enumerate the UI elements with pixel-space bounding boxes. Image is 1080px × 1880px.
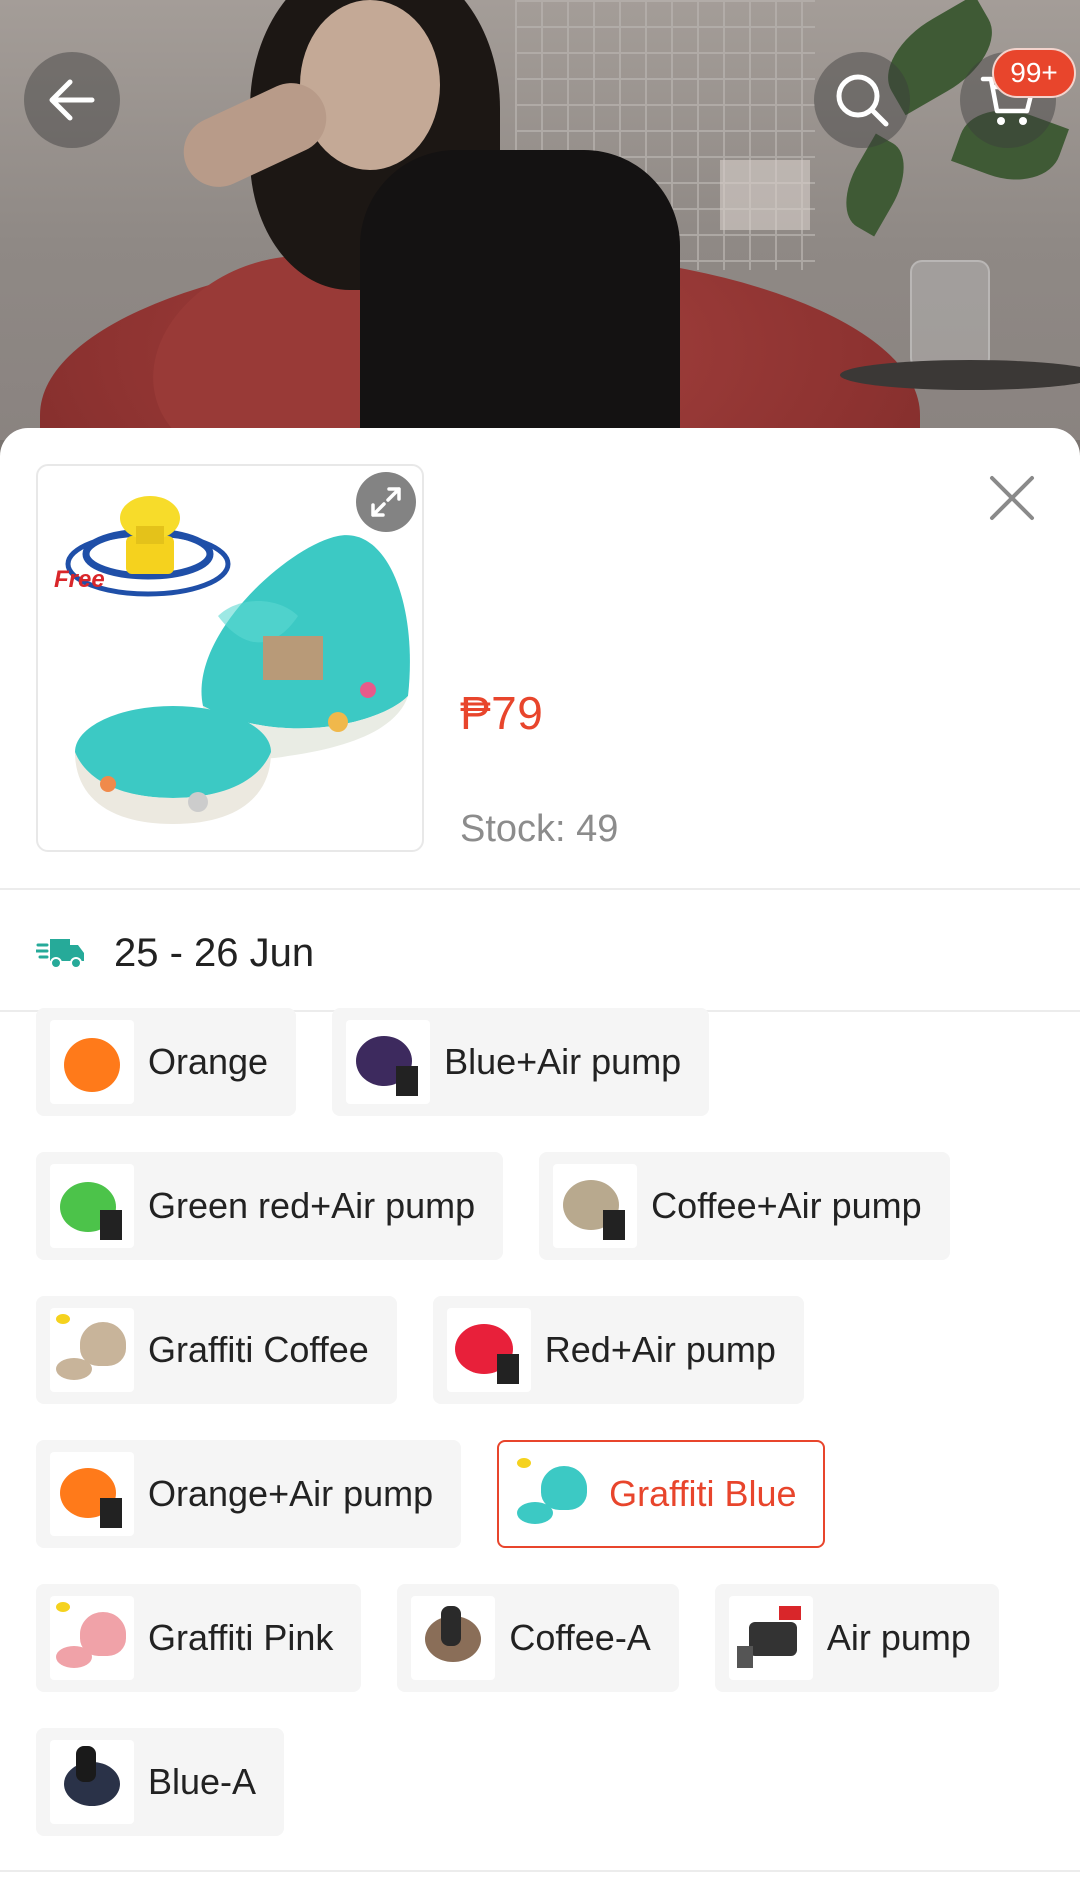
variation-chip[interactable]: Orange+Air pump	[36, 1440, 462, 1548]
free-badge-text: Free	[54, 566, 105, 593]
variation-label: Green red+Air pump	[148, 1185, 476, 1226]
variation-label: Graffiti Coffee	[148, 1329, 369, 1370]
variation-label: Air pump	[826, 1617, 971, 1658]
variation-chip[interactable]: Blue+Air pump	[332, 1008, 710, 1116]
variation-row: Orange+Air pump Graffiti Blue	[36, 1440, 861, 1548]
variation-label: Orange+Air pump	[148, 1473, 434, 1514]
product-hero-image	[0, 0, 1080, 440]
search-button[interactable]	[814, 52, 910, 148]
variation-thumbnail	[728, 1596, 813, 1680]
divider	[0, 1870, 1080, 1872]
delivery-date: 25 - 26 Jun	[114, 930, 315, 975]
stock-count: Stock: 49	[460, 808, 619, 850]
delivery-truck-icon	[36, 939, 84, 969]
variation-label: Graffiti Pink	[148, 1617, 334, 1658]
delivery-estimate: 25 - 26 Jun	[36, 918, 314, 988]
variation-chip[interactable]: Red+Air pump	[432, 1296, 804, 1404]
variation-row: Graffiti Pink Coffee-A Air pump	[36, 1584, 1035, 1692]
expand-icon	[371, 487, 401, 517]
variation-label: Blue-A	[148, 1761, 257, 1802]
expand-image-button[interactable]	[356, 472, 416, 532]
variation-row: Blue-A	[36, 1728, 320, 1836]
variation-label: Coffee+Air pump	[651, 1185, 922, 1226]
variation-thumbnail	[50, 1740, 134, 1824]
variation-thumbnail	[50, 1164, 134, 1248]
variation-thumbnail	[50, 1020, 134, 1104]
model-face	[300, 0, 440, 170]
variation-thumbnail	[446, 1308, 531, 1392]
variation-thumbnail	[50, 1308, 134, 1392]
variation-thumbnail	[50, 1596, 134, 1680]
variation-label: Orange	[148, 1041, 269, 1082]
glass-vase	[910, 260, 990, 370]
variation-label: Red+Air pump	[544, 1329, 776, 1370]
variation-thumbnail	[511, 1452, 596, 1536]
variation-thumbnail	[411, 1596, 496, 1680]
arrow-left-icon	[49, 79, 95, 121]
variation-label: Coffee-A	[509, 1617, 651, 1658]
variation-chip[interactable]: Air pump	[714, 1584, 999, 1692]
variation-chip[interactable]: Coffee-A	[397, 1584, 679, 1692]
close-icon	[990, 476, 1034, 520]
variation-chip-selected[interactable]: Graffiti Blue	[497, 1440, 825, 1548]
variation-row: Graffiti Coffee Red+Air pump	[36, 1296, 840, 1404]
variation-row: Green red+Air pump Coffee+Air pump	[36, 1152, 986, 1260]
variation-thumbnail	[50, 1452, 134, 1536]
variation-label: Graffiti Blue	[609, 1473, 797, 1514]
close-button[interactable]	[982, 468, 1042, 528]
variation-label: Blue+Air pump	[444, 1041, 682, 1082]
variation-thumbnail	[553, 1164, 638, 1248]
plant-leaf	[830, 133, 920, 237]
search-icon	[836, 74, 889, 127]
back-button[interactable]	[24, 52, 120, 148]
variation-chip[interactable]: Graffiti Pink	[36, 1584, 362, 1692]
cart-count-badge: 99+	[992, 48, 1076, 98]
variation-row: Orange Blue+Air pump	[36, 1008, 745, 1116]
variation-chip[interactable]: Orange	[36, 1008, 297, 1116]
variation-chip[interactable]: Green red+Air pump	[36, 1152, 504, 1260]
divider	[0, 888, 1080, 890]
wall-picture	[720, 160, 810, 230]
variation-chip[interactable]: Blue-A	[36, 1728, 285, 1836]
variation-thumbnail	[346, 1020, 431, 1104]
variation-chip[interactable]: Graffiti Coffee	[36, 1296, 397, 1404]
model-dress	[360, 150, 680, 440]
variation-chip[interactable]: Coffee+Air pump	[539, 1152, 950, 1260]
product-price: ₱79	[460, 687, 544, 739]
